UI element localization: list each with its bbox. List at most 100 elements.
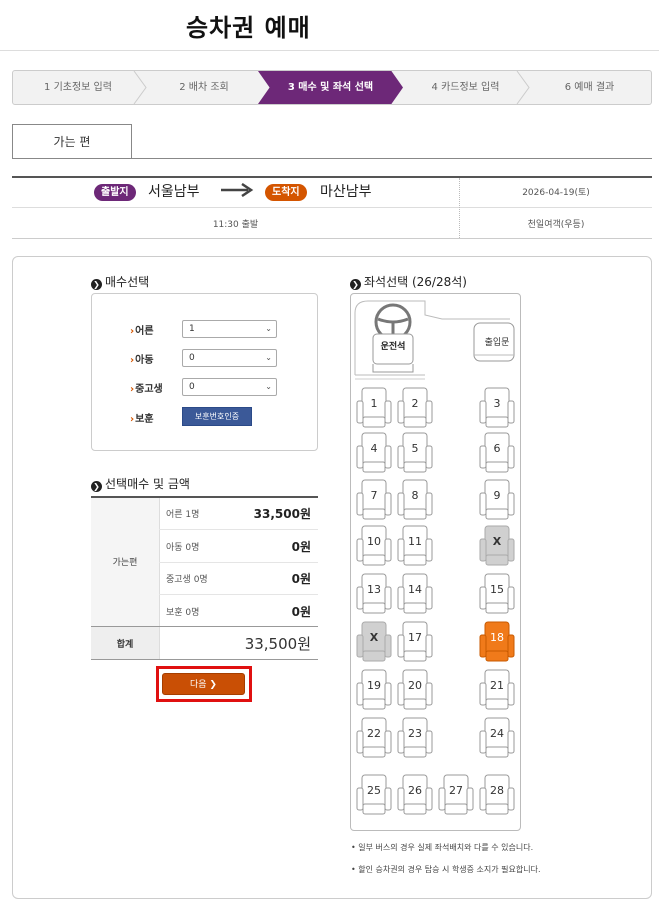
seat-number: 19 bbox=[367, 679, 381, 692]
summary-row-category: 중고생 0명 bbox=[166, 575, 208, 585]
adult-count-select[interactable]: 1 ⌄ bbox=[182, 320, 277, 338]
student-label: ›중고생 bbox=[130, 380, 163, 395]
step-progress-bar: 1 기초정보 입력 2 배차 조회 3 매수 및 좌석 선택 4 카드정보 입력… bbox=[12, 70, 652, 105]
summary-row-divider bbox=[159, 529, 318, 530]
veteran-label-text: 보훈 bbox=[135, 414, 154, 425]
bullet-icon: › bbox=[130, 326, 135, 337]
route-bottom-border bbox=[12, 238, 652, 239]
seat-22[interactable]: 22 bbox=[356, 717, 392, 759]
child-count-select[interactable]: 0 ⌄ bbox=[182, 349, 277, 367]
seat-number: 28 bbox=[490, 784, 504, 797]
seat-9[interactable]: 9 bbox=[479, 479, 515, 521]
step-2: 2 배차 조회 bbox=[179, 82, 229, 93]
summary-row-divider bbox=[159, 562, 318, 563]
seat-10[interactable]: 10 bbox=[356, 525, 392, 567]
seat-number: X bbox=[369, 631, 379, 644]
seat-19[interactable]: 19 bbox=[356, 669, 392, 711]
adult-count-value: 1 bbox=[189, 324, 195, 334]
step-5: 6 예매 결과 bbox=[564, 82, 615, 93]
veteran-auth-button[interactable]: 보훈번호인증 bbox=[182, 407, 252, 426]
seat-26[interactable]: 26 bbox=[397, 774, 433, 816]
seat-17[interactable]: 17 bbox=[397, 621, 433, 663]
chevron-right-icon: ❯ bbox=[91, 279, 102, 290]
seat-11[interactable]: 11 bbox=[397, 525, 433, 567]
note-seat-layout-text: 일부 버스의 경우 실제 좌석배치와 다를 수 있습니다. bbox=[358, 843, 534, 852]
adult-label-text: 어른 bbox=[135, 326, 154, 337]
child-label-text: 아동 bbox=[135, 355, 154, 366]
seat-number: 22 bbox=[367, 727, 381, 740]
count-selection-box bbox=[91, 293, 318, 451]
seat-number: 26 bbox=[408, 784, 422, 797]
bullet-icon: › bbox=[130, 384, 135, 395]
step-3-active: 3 매수 및 좌석 선택 bbox=[258, 71, 403, 104]
step-4: 4 카드정보 입력 bbox=[431, 82, 500, 93]
summary-row-category: 보훈 0명 bbox=[166, 608, 200, 618]
seat-1[interactable]: 1 bbox=[356, 387, 392, 429]
seat-3[interactable]: 3 bbox=[479, 387, 515, 429]
seat-number: 3 bbox=[493, 397, 501, 410]
count-section-title-text: 매수선택 bbox=[105, 275, 150, 289]
seat-28[interactable]: 28 bbox=[479, 774, 515, 816]
child-label: ›아동 bbox=[130, 351, 154, 366]
note-seat-layout: • 일부 버스의 경우 실제 좌석배치와 다를 수 있습니다. bbox=[351, 842, 533, 853]
seat-6[interactable]: 6 bbox=[479, 432, 515, 474]
seat-number: 24 bbox=[490, 727, 504, 740]
note-discount: • 할인 승차권의 경우 탑승 시 학생증 소지가 필요합니다. bbox=[351, 864, 541, 875]
seat-2[interactable]: 2 bbox=[397, 387, 433, 429]
seat-number: 14 bbox=[408, 583, 422, 596]
summary-row-amount: 0원 bbox=[291, 572, 311, 586]
seat-13[interactable]: 13 bbox=[356, 573, 392, 615]
seat-25[interactable]: 25 bbox=[356, 774, 392, 816]
page-title: 승차권 예매 bbox=[186, 14, 311, 42]
summary-row-divider bbox=[159, 594, 318, 595]
summary-section-title-text: 선택매수 및 금액 bbox=[105, 477, 190, 491]
seat-4[interactable]: 4 bbox=[356, 432, 392, 474]
seat-number: 4 bbox=[370, 442, 378, 455]
chevron-right-icon: ❯ bbox=[350, 279, 361, 290]
summary-row-category: 아동 0명 bbox=[166, 543, 200, 553]
title-divider bbox=[0, 50, 659, 51]
seat-24[interactable]: 24 bbox=[479, 717, 515, 759]
departure-terminal: 서울남부 bbox=[148, 184, 200, 200]
door-label: 출입문 bbox=[484, 338, 510, 348]
seat-18[interactable]: 18 bbox=[479, 621, 515, 663]
seat-number: 5 bbox=[411, 442, 419, 455]
seat-number: 20 bbox=[408, 679, 422, 692]
departure-time: 11:30 출발 bbox=[212, 220, 259, 230]
seat-section-title-text: 좌석선택 (26/28석) bbox=[364, 275, 467, 289]
child-count-value: 0 bbox=[189, 353, 195, 363]
seat-7[interactable]: 7 bbox=[356, 479, 392, 521]
seat-number: 2 bbox=[411, 397, 419, 410]
departure-badge: 출발지 bbox=[94, 184, 136, 201]
seat-14[interactable]: 14 bbox=[397, 573, 433, 615]
seat-27[interactable]: 27 bbox=[438, 774, 474, 816]
seat-21[interactable]: 21 bbox=[479, 669, 515, 711]
seat-8[interactable]: 8 bbox=[397, 479, 433, 521]
student-count-select[interactable]: 0 ⌄ bbox=[182, 378, 277, 396]
seat-15[interactable]: 15 bbox=[479, 573, 515, 615]
seat-20[interactable]: 20 bbox=[397, 669, 433, 711]
chevron-down-icon: ⌄ bbox=[265, 353, 272, 362]
chevron-down-icon: ⌄ bbox=[265, 382, 272, 391]
seat-5[interactable]: 5 bbox=[397, 432, 433, 474]
bullet-icon: › bbox=[130, 355, 135, 366]
route-mid-border bbox=[12, 207, 652, 208]
seat-23[interactable]: 23 bbox=[397, 717, 433, 759]
summary-group-label: 가는편 bbox=[112, 558, 138, 568]
seat-number: 8 bbox=[411, 489, 419, 502]
step-1: 1 기초정보 입력 bbox=[44, 82, 112, 93]
seat-number: 27 bbox=[449, 784, 463, 797]
next-button[interactable]: 다음 ❯ bbox=[162, 673, 245, 695]
arrival-terminal: 마산남부 bbox=[320, 184, 372, 200]
seat-number: X bbox=[492, 535, 502, 548]
arrow-right-icon bbox=[221, 183, 254, 197]
arrival-badge: 도착지 bbox=[265, 184, 307, 201]
seat-number: 23 bbox=[408, 727, 422, 740]
summary-section-title: ❯ 선택매수 및 금액 bbox=[91, 475, 190, 492]
summary-row-amount: 0원 bbox=[291, 605, 311, 619]
departure-date: 2026-04-19(토) bbox=[522, 188, 590, 198]
tab-outbound[interactable]: 가는 편 bbox=[12, 124, 132, 158]
seat-taken: X bbox=[479, 525, 515, 567]
note-discount-text: 할인 승차권의 경우 탑승 시 학생증 소지가 필요합니다. bbox=[358, 865, 541, 874]
driver-seat-label: 운전석 bbox=[380, 342, 406, 352]
